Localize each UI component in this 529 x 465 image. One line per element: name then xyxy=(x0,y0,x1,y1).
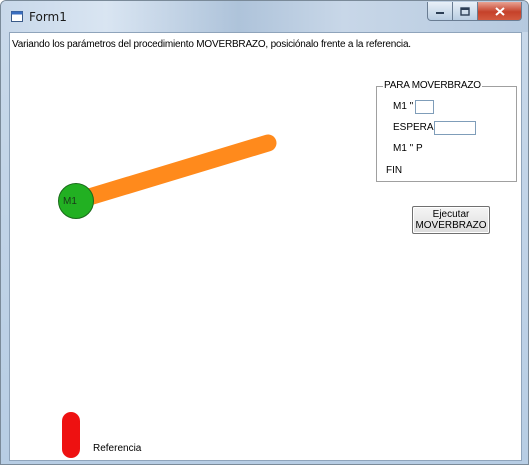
minimize-button[interactable] xyxy=(427,2,453,21)
execute-button-line2: MOVERBRAZO xyxy=(415,220,487,231)
groupbox-title: PARA MOVERBRAZO xyxy=(383,80,482,91)
moverbrazo-groupbox: PARA MOVERBRAZO M1 " ESPERA M1 " P FIN xyxy=(376,80,517,182)
maximize-button[interactable] xyxy=(453,2,478,21)
form-icon xyxy=(11,11,23,22)
execute-button-line1: Ejecutar xyxy=(432,209,470,220)
m1-label: M1 " xyxy=(393,101,414,112)
espera-label: ESPERA xyxy=(393,122,434,133)
espera-input[interactable] xyxy=(434,121,476,135)
execute-moverbrazo-button[interactable]: Ejecutar MOVERBRAZO xyxy=(412,206,490,234)
maximize-icon xyxy=(460,6,470,16)
title-bar[interactable]: Form1 xyxy=(1,1,528,32)
minimize-icon xyxy=(436,12,444,14)
motor-m1-label: M1 xyxy=(63,196,77,207)
m1-input[interactable] xyxy=(415,100,434,114)
close-icon xyxy=(494,6,505,16)
form-client-area: Variando los parámetros del procedimient… xyxy=(9,32,522,461)
window-title: Form1 xyxy=(29,10,67,24)
m1-p-label: M1 " P xyxy=(393,143,423,154)
close-button[interactable] xyxy=(478,2,522,21)
reference-marker xyxy=(62,412,80,458)
form1-window: Form1 Variando los parámetros del proced… xyxy=(0,0,529,465)
reference-label: Referencia xyxy=(93,443,142,454)
fin-label: FIN xyxy=(386,165,403,176)
robot-arm xyxy=(67,134,277,210)
